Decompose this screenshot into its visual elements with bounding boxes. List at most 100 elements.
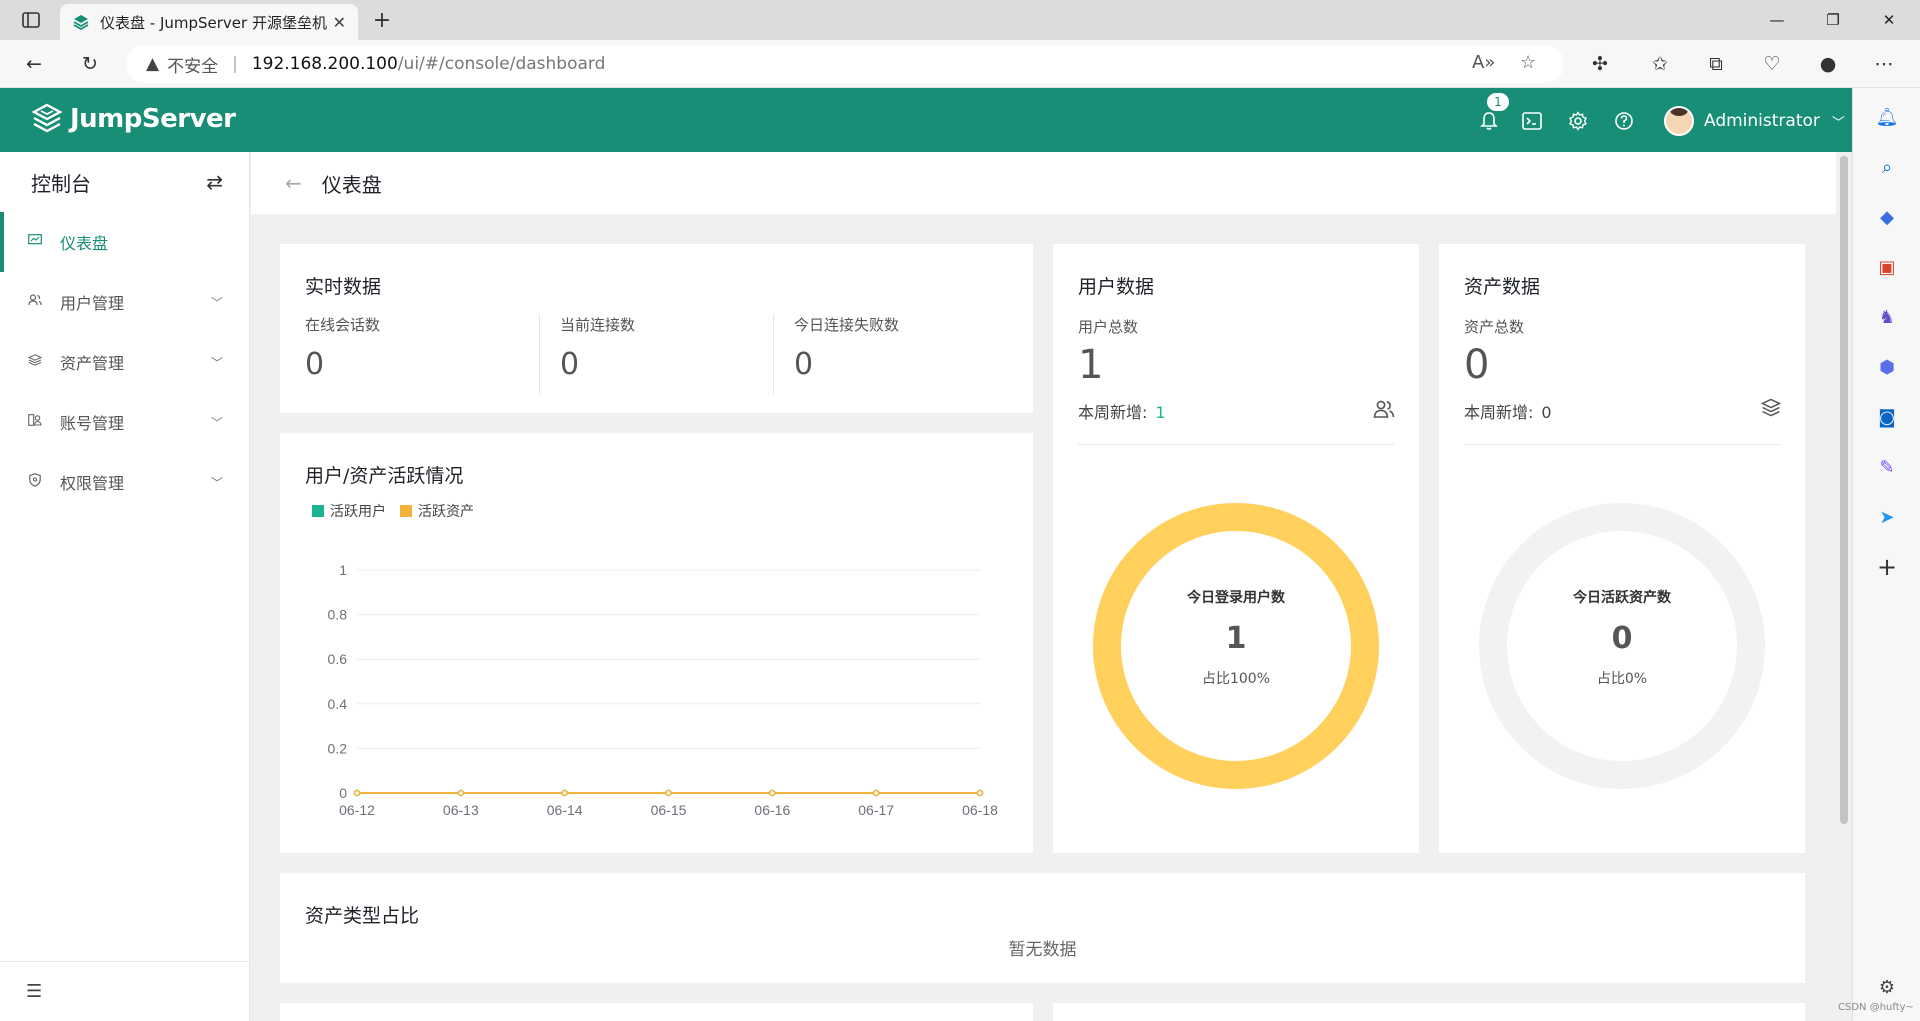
tab-close-icon[interactable]: ✕: [333, 13, 346, 32]
browser-tab[interactable]: 仪表盘 - JumpServer 开源堡垒机 ✕: [60, 4, 358, 40]
web-terminal-icon[interactable]: [1519, 108, 1545, 134]
page-scrollbar[interactable]: [1836, 152, 1852, 1021]
y-tick-label: 1: [339, 562, 347, 578]
x-tick-label: 06-18: [962, 802, 998, 818]
browser-essentials-icon[interactable]: ♡: [1758, 50, 1786, 78]
assets-divider: [1464, 444, 1780, 445]
send-icon[interactable]: ➤: [1872, 502, 1902, 532]
asset-type-card: 资产类型占比 暂无数据: [280, 873, 1805, 983]
data-point: [665, 789, 672, 797]
scrollbar-thumb[interactable]: [1840, 156, 1848, 824]
logo-text: JumpServer: [70, 104, 236, 134]
users-icon: [1373, 400, 1395, 423]
watermark: CSDN @hufty~: [1838, 1002, 1914, 1013]
help-icon[interactable]: [1611, 108, 1637, 134]
designer-icon[interactable]: ✎: [1872, 452, 1902, 482]
x-tick-label: 06-13: [443, 802, 479, 818]
collections-icon[interactable]: ⧉: [1702, 50, 1730, 78]
edge-sidebar: 🔔︎ ⌕ ◆ ▣ ♞ ⬢ ◙ ✎ ➤ + ⚙: [1852, 88, 1920, 1021]
sidebar-item-label: 账号管理: [60, 414, 125, 433]
user-menu[interactable]: Administrator ﹀: [1664, 106, 1845, 136]
users-card: 用户数据 用户总数 1 本周新增: 1 今日登录用户数 1 占比100%: [1053, 244, 1419, 853]
lower-card-left: [280, 1003, 1033, 1021]
address-separator: |: [232, 54, 238, 74]
copilot-icon[interactable]: ⬢: [1872, 352, 1902, 382]
empty-state: 暂无数据: [1008, 940, 1077, 960]
browser-toolbar: ← ↻ ▲ 不安全 | 192.168.200.100/ui/#/console…: [0, 40, 1920, 88]
users-total-label: 用户总数: [1078, 318, 1139, 336]
data-point: [353, 789, 361, 797]
stat-value: 0: [305, 347, 325, 382]
donut-ratio: 占比0%: [1596, 671, 1648, 687]
users-title: 用户数据: [1078, 276, 1155, 298]
app-header: JumpServer: [0, 88, 1852, 152]
layers-icon: [1760, 398, 1782, 423]
sidebar-item-permissions[interactable]: 权限管理 ﹀: [0, 452, 249, 512]
collapse-sidebar-icon[interactable]: ☰: [0, 961, 249, 1021]
assets-new-row: 本周新增: 0: [1464, 399, 1552, 423]
y-tick-label: 0.8: [328, 607, 348, 623]
users-donut-label: 今日登录用户数 1 占比100%: [1086, 587, 1386, 688]
bell-icon[interactable]: 🔔︎: [1872, 102, 1902, 132]
assets-card: 资产数据 资产总数 0 本周新增: 0 今日活跃资产数 0 占比0%: [1439, 244, 1805, 853]
logo[interactable]: JumpServer: [30, 102, 236, 136]
more-menu-icon[interactable]: ⋯: [1870, 50, 1898, 78]
tab-actions-icon[interactable]: [8, 0, 54, 40]
games-icon[interactable]: ♞: [1872, 302, 1902, 332]
users-new-value: 1: [1155, 403, 1166, 422]
sidebar-item-dashboard[interactable]: 仪表盘: [0, 212, 249, 272]
x-tick-label: 06-14: [547, 802, 583, 818]
realtime-card: 实时数据 在线会话数 0 当前连接数 0 今日连接失败数 0: [280, 244, 1033, 413]
y-tick-label: 0.4: [328, 696, 348, 712]
users-total-value: 1: [1078, 342, 1104, 388]
assets-new-label: 本周新增:: [1464, 403, 1534, 422]
y-tick-label: 0: [339, 785, 347, 801]
stat-label: 当前连接数: [560, 316, 636, 334]
switch-view-icon[interactable]: ⇄: [206, 170, 223, 194]
back-icon[interactable]: ←: [20, 50, 48, 78]
stat-current-connections: 当前连接数 0: [560, 314, 635, 382]
sidebar-settings-icon[interactable]: ⚙: [1872, 972, 1902, 1002]
add-app-icon[interactable]: +: [1872, 552, 1902, 582]
chevron-down-icon: ﹀: [210, 295, 223, 310]
y-tick-label: 0.2: [328, 740, 348, 756]
read-aloud-icon[interactable]: A»: [1472, 52, 1495, 73]
minimize-icon[interactable]: —: [1754, 0, 1800, 40]
settings-gear-icon[interactable]: [1565, 108, 1591, 134]
stat-value: 0: [794, 347, 814, 382]
favorite-star-icon[interactable]: ☆: [1520, 52, 1536, 73]
address-bar[interactable]: ▲ 不安全 | 192.168.200.100/ui/#/console/das…: [126, 45, 1564, 83]
jumpserver-favicon-icon: [73, 15, 89, 31]
new-tab-icon[interactable]: +: [368, 6, 396, 34]
account-icon: [26, 414, 44, 430]
assets-new-value: 0: [1541, 403, 1552, 422]
extensions-icon[interactable]: ✣: [1586, 50, 1614, 78]
tools-icon[interactable]: ▣: [1872, 252, 1902, 282]
profile-icon[interactable]: ●: [1814, 50, 1842, 78]
sidebar-item-accounts[interactable]: 账号管理 ﹀: [0, 392, 249, 452]
back-arrow-icon[interactable]: ←: [285, 171, 302, 195]
data-point: [976, 789, 984, 797]
outlook-icon[interactable]: ◙: [1872, 402, 1902, 432]
sidebar-item-users[interactable]: 用户管理 ﹀: [0, 272, 249, 332]
username: Administrator: [1704, 111, 1820, 131]
sidebar-item-assets[interactable]: 资产管理 ﹀: [0, 332, 249, 392]
window-close-icon[interactable]: ✕: [1866, 0, 1912, 40]
sidebar-title: 控制台: [31, 171, 91, 196]
reload-icon[interactable]: ↻: [76, 50, 104, 78]
url-path: /ui/#/console/dashboard: [397, 54, 606, 74]
donut-value: 1: [1225, 621, 1247, 656]
x-tick-label: 06-16: [754, 802, 790, 818]
users-icon: [26, 294, 44, 310]
search-icon[interactable]: ⌕: [1872, 152, 1902, 182]
sidebar-header: 控制台 ⇄: [0, 152, 249, 212]
shopping-tag-icon[interactable]: ◆: [1872, 202, 1902, 232]
x-tick-label: 06-17: [858, 802, 894, 818]
users-divider: [1078, 444, 1394, 445]
realtime-title: 实时数据: [305, 276, 382, 298]
chevron-down-icon: ﹀: [210, 415, 223, 430]
insecure-label: 不安全: [167, 56, 219, 77]
restore-icon[interactable]: ❐: [1810, 0, 1856, 40]
favorites-icon[interactable]: ✩: [1646, 50, 1674, 78]
activity-line-chart: 0 0.2 0.4 0.6 0.8 1 06-12 06-13 06-14 06-15 06-16 0…: [328, 562, 999, 818]
